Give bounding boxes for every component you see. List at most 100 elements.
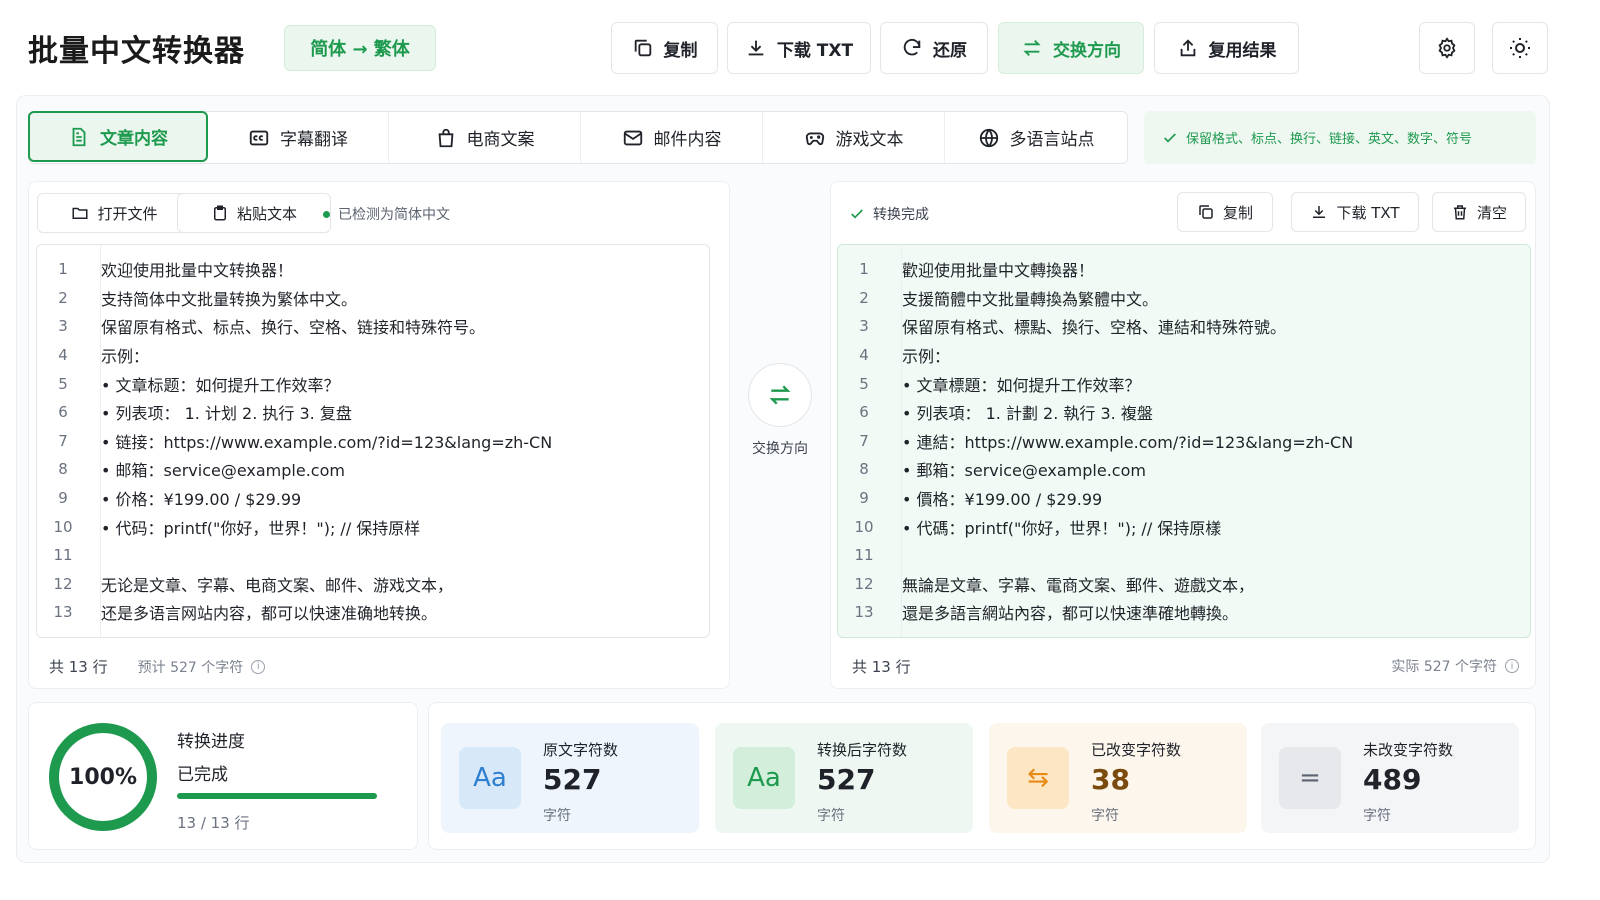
line-number: 3 <box>859 317 869 336</box>
stat-unit: 字符 <box>543 808 571 824</box>
output-download-button[interactable]: 下载 TXT <box>1291 192 1419 232</box>
clipboard-icon <box>211 204 229 222</box>
line-number: 6 <box>58 403 68 422</box>
reuse-result-button[interactable]: 复用结果 <box>1154 22 1299 74</box>
line-text: • 链接：https://www.example.com/?id=123&lan… <box>101 432 553 452</box>
line-number: 8 <box>58 460 68 479</box>
paste-text-label: 粘贴文本 <box>236 204 297 223</box>
input-panel: 打开文件 粘贴文本 已检测为简体中文 1 欢迎使用批量中文转换器！ 2 支持简体中文批… <box>28 181 730 689</box>
editor-line: 3 保留原有格式、標點、換行、空格、連結和特殊符號。 <box>838 312 1530 341</box>
line-text: 无论是文章、字幕、电商文案、邮件、游戏文本， <box>101 575 454 595</box>
tab-article[interactable]: 文章内容 <box>28 111 208 162</box>
equals-icon: = <box>1279 747 1341 809</box>
font-icon: Aa <box>459 747 521 809</box>
conversion-mode-badge[interactable]: 简体 → 繁体 <box>284 25 436 71</box>
tab-label: 文章内容 <box>100 129 168 149</box>
tab-email[interactable]: 邮件内容 <box>581 112 763 163</box>
editor-line: 5 • 文章标题：如何提升工作效率？ <box>37 369 709 398</box>
download-label: 下载 TXT <box>776 40 854 61</box>
detect-text: 已检测为简体中文 <box>338 207 450 223</box>
tab-game-text[interactable]: 游戏文本 <box>763 112 945 163</box>
line-number: 5 <box>859 374 869 393</box>
line-text: • 連結：https://www.example.com/?id=123&lan… <box>902 432 1354 452</box>
stat-value: 527 <box>543 763 602 796</box>
reuse-result-label: 复用结果 <box>1208 40 1277 61</box>
swap-icon <box>1021 37 1043 59</box>
line-number: 2 <box>859 288 869 307</box>
input-line-count: 共 13 行 <box>49 658 108 676</box>
download-txt-button[interactable]: 下载 TXT <box>727 22 871 74</box>
stat-value: 489 <box>1363 763 1422 796</box>
line-number: 11 <box>854 546 874 565</box>
line-text: 欢迎使用批量中文转换器！ <box>101 261 294 281</box>
line-text: • 价格：¥199.00 / $29.99 <box>101 490 302 510</box>
restore-button[interactable]: 还原 <box>880 22 988 74</box>
tab-label: 电商文案 <box>466 130 535 150</box>
tab-label: 多语言站点 <box>1009 130 1095 150</box>
language-detect-status: 已检测为简体中文 <box>323 204 450 224</box>
stat-value: 527 <box>817 763 876 796</box>
stat-original-chars: Aa 原文字符数 527 字符 <box>441 723 699 833</box>
info-icon[interactable]: i <box>1505 659 1519 673</box>
editor-line: 11 <box>838 541 1530 570</box>
swap-direction-label: 交换方向 <box>1053 40 1121 61</box>
output-char-actual: 实际 527 个字符 <box>1391 659 1497 675</box>
converted-text-editor[interactable]: 1 歡迎使用批量中文轉換器！ 2 支援簡體中文批量轉換為繁體中文。 3 保留原有格式、標點… <box>837 244 1531 638</box>
output-line-count: 共 13 行 <box>852 658 911 676</box>
line-text: 示例： <box>902 347 951 367</box>
progress-percent: 100% <box>69 764 137 790</box>
gear-icon <box>1436 37 1458 59</box>
editor-line: 1 歡迎使用批量中文轉換器！ <box>838 255 1530 284</box>
app-title: 批量中文转换器 <box>28 34 245 69</box>
content-type-tabs: 文章内容 字幕翻译 电商文案 邮件内容 游戏文本 多语言站点 <box>28 111 1128 164</box>
stat-unit: 字符 <box>817 808 845 824</box>
mail-icon <box>622 127 644 149</box>
paste-text-button[interactable]: 粘贴文本 <box>177 193 331 233</box>
clear-button[interactable]: 清空 <box>1432 192 1526 232</box>
source-text-editor[interactable]: 1 欢迎使用批量中文转换器！ 2 支持简体中文批量转换为繁体中文。 3 保留原有格式、标点… <box>36 244 710 638</box>
editor-line: 8 • 邮箱：service@example.com <box>37 455 709 484</box>
line-text: 支持简体中文批量转换为繁体中文。 <box>101 289 358 309</box>
line-number: 5 <box>58 374 68 393</box>
copy-button[interactable]: 复制 <box>611 22 718 74</box>
line-number: 8 <box>859 460 869 479</box>
swap-direction-button[interactable]: 交换方向 <box>998 22 1144 74</box>
editor-line: 6 • 列表项： 1. 计划 2. 执行 3. 复盘 <box>37 398 709 427</box>
swap-direction-circle-button[interactable] <box>748 363 812 427</box>
line-text: • 列表項： 1. 計劃 2. 執行 3. 複盤 <box>902 404 1153 424</box>
line-text: 無論是文章、字幕、電商文案、郵件、遊戲文本， <box>902 575 1255 595</box>
output-copy-button[interactable]: 复制 <box>1177 192 1273 232</box>
stat-label: 原文字符数 <box>543 741 619 759</box>
input-char-estimate: 预计 527 个字符 <box>137 659 244 676</box>
trash-icon <box>1451 203 1469 221</box>
line-text: • 價格：¥199.00 / $29.99 <box>902 490 1103 510</box>
editor-line: 4 示例： <box>838 341 1530 370</box>
info-icon[interactable]: i <box>251 659 266 674</box>
tab-multilingual-site[interactable]: 多语言站点 <box>945 112 1127 163</box>
output-copy-label: 复制 <box>1222 203 1253 222</box>
editor-line: 9 • 價格：¥199.00 / $29.99 <box>838 484 1530 513</box>
editor-line: 5 • 文章標題：如何提升工作效率？ <box>838 369 1530 398</box>
tab-subtitle[interactable]: 字幕翻译 <box>208 112 389 163</box>
input-footer: 共 13 行 预计 527 个字符 i <box>49 656 266 677</box>
download-icon <box>745 37 767 59</box>
tab-ecommerce[interactable]: 电商文案 <box>389 112 581 163</box>
check-icon <box>1162 130 1178 146</box>
line-number: 1 <box>859 260 869 279</box>
share-icon <box>1177 37 1199 59</box>
line-number: 10 <box>854 517 874 536</box>
stat-unchanged-chars: = 未改变字符数 489 字符 <box>1261 723 1519 833</box>
stats-card: Aa 原文字符数 527 字符 Aa 转换后字符数 527 字符 ⇆ 已改变字符… <box>428 702 1536 850</box>
progress-status: 已完成 <box>177 765 228 785</box>
settings-button[interactable] <box>1419 22 1475 74</box>
line-text: • 文章标题：如何提升工作效率？ <box>101 375 340 395</box>
download-icon <box>1310 203 1328 221</box>
line-number: 12 <box>53 574 73 593</box>
line-number: 9 <box>58 489 68 508</box>
editor-line: 2 支援簡體中文批量轉換為繁體中文。 <box>838 284 1530 313</box>
line-text: 保留原有格式、标点、换行、空格、链接和特殊符号。 <box>101 318 486 338</box>
theme-toggle-button[interactable] <box>1492 22 1548 74</box>
open-file-button[interactable]: 打开文件 <box>37 193 192 233</box>
shopping-bag-icon <box>435 127 457 149</box>
cc-icon <box>248 127 270 149</box>
